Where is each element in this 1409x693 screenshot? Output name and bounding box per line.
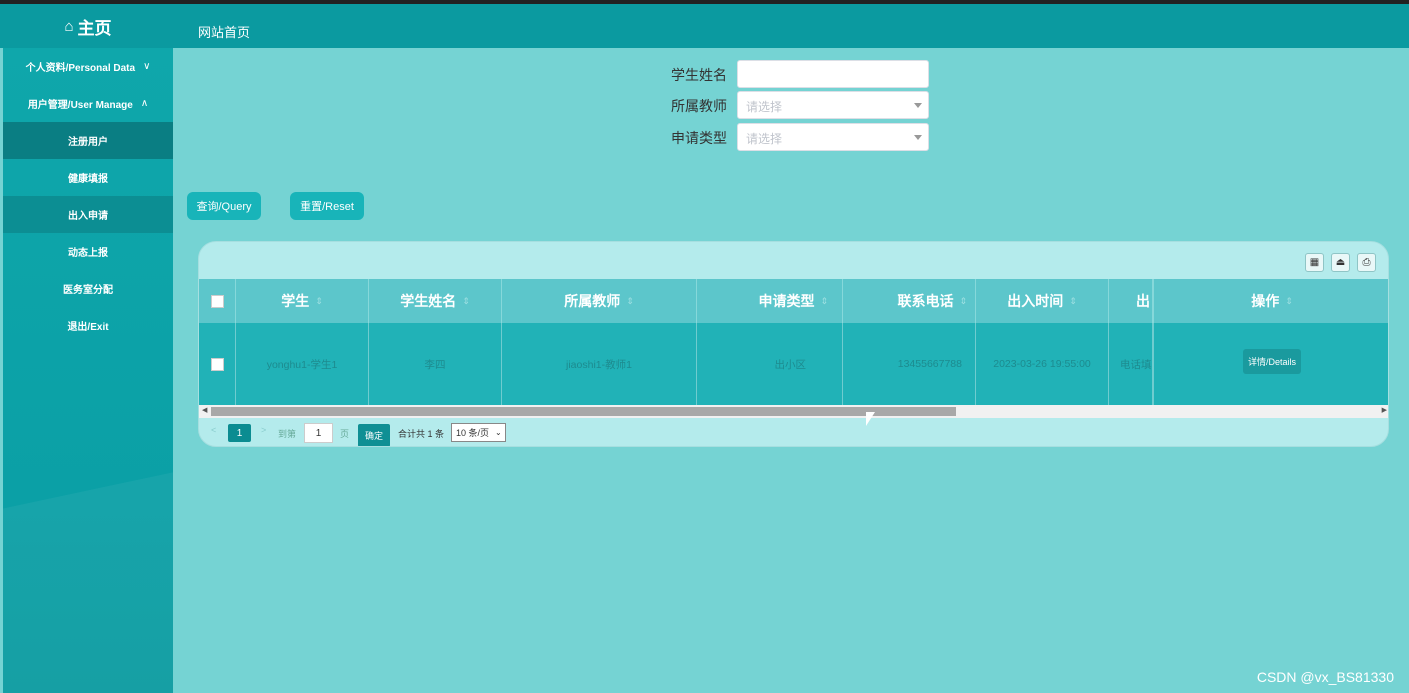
scrollbar-thumb[interactable] xyxy=(211,407,956,416)
column-header-teacher[interactable]: 所属教师 ⇕ xyxy=(502,279,697,323)
chevron-up-icon: ∧ xyxy=(140,98,149,109)
student-name-label: 学生姓名 xyxy=(671,67,727,83)
caret-down-icon xyxy=(914,103,922,108)
sidebar-subitem-exit[interactable]: 退出/Exit xyxy=(3,307,173,344)
top-header: 网站首页 xyxy=(0,4,1409,48)
page-size-select[interactable]: 10 条/页 ⌄ xyxy=(451,423,506,442)
sidebar-subitem-dynamic-report[interactable]: 动态上报 xyxy=(3,233,173,270)
page-size-value: 10 条/页 xyxy=(456,428,490,438)
mouse-cursor-icon xyxy=(866,412,875,426)
sort-icon[interactable]: ⇕ xyxy=(462,296,470,307)
apply-type-label: 申请类型 xyxy=(671,130,727,146)
sidebar-subitem-infirmary-assign[interactable]: 医务室分配 xyxy=(3,270,173,307)
home-icon: ⌂ xyxy=(64,17,74,35)
goto-page-input[interactable]: 1 xyxy=(304,423,333,443)
column-header-apply-type[interactable]: 申请类型 ⇕ xyxy=(697,279,843,323)
table-card: ▦ ⏏ ⎙ 学生 ⇕ 学生姓名 ⇕ 所属教师 ⇕ 申请类型 ⇕ 联系电话 ⇕ 出入时间 ⇕ … xyxy=(198,241,1389,447)
row-select-cell xyxy=(199,323,236,405)
chevron-down-icon: ⌄ xyxy=(495,428,502,437)
column-header-label: 学生姓名 xyxy=(400,293,457,309)
teacher-label: 所属教师 xyxy=(671,98,727,114)
home-logo[interactable]: ⌂ 主页 xyxy=(3,4,173,48)
column-header-phone[interactable]: 联系电话 ⇕ xyxy=(843,279,976,323)
cell-actions: 详情/Details xyxy=(1153,323,1388,405)
sort-icon[interactable]: ⇕ xyxy=(1069,296,1077,307)
export-icon[interactable]: ⏏ xyxy=(1331,253,1350,272)
column-header-actions: 操作 ⇕ xyxy=(1153,279,1388,323)
scroll-left-icon[interactable]: ◀ xyxy=(202,406,207,414)
column-header-label: 申请类型 xyxy=(758,293,815,309)
sidebar-item-label: 个人资料/Personal Data xyxy=(25,63,136,74)
column-header-label: 出 xyxy=(1136,293,1150,309)
teacher-select[interactable]: 请选择 xyxy=(737,91,929,119)
student-name-input[interactable] xyxy=(737,60,929,88)
details-button[interactable]: 详情/Details xyxy=(1242,348,1301,374)
cell-time: 2023-03-26 19:55:00 xyxy=(976,323,1109,405)
apply-type-select[interactable]: 请选择 xyxy=(737,123,929,151)
horizontal-scrollbar[interactable]: ◀ ▶ xyxy=(199,405,1388,418)
total-count: 合计共 1 条 xyxy=(398,429,445,439)
pagination: < 1 > 到第 1 页 确定 合计共 1 条 10 条/页 ⌄ xyxy=(199,418,1388,446)
cell-truncated: 电话填 xyxy=(1109,323,1153,405)
reset-button[interactable]: 重置/Reset xyxy=(290,192,364,220)
column-header-student-name[interactable]: 学生姓名 ⇕ xyxy=(369,279,502,323)
column-header-label: 联系电话 xyxy=(897,293,954,309)
apply-type-select-placeholder: 请选择 xyxy=(746,132,783,146)
sidebar-subitem-entry-exit-apply[interactable]: 出入申请 xyxy=(3,196,173,233)
sort-icon[interactable]: ⇕ xyxy=(820,296,828,307)
logo-title: 主页 xyxy=(77,18,112,38)
column-header-student[interactable]: 学生 ⇕ xyxy=(236,279,369,323)
column-header-label: 操作 xyxy=(1251,293,1280,309)
page-unit-label: 页 xyxy=(340,429,350,439)
teacher-select-placeholder: 请选择 xyxy=(746,100,783,114)
sort-icon[interactable]: ⇕ xyxy=(1285,296,1293,307)
caret-down-icon xyxy=(914,135,922,140)
watermark: CSDN @vx_BS81330 xyxy=(1256,669,1394,685)
sidebar-subitem-register-user[interactable]: 注册用户 xyxy=(3,122,173,159)
chevron-down-icon: ∨ xyxy=(143,61,151,72)
sort-icon[interactable]: ⇕ xyxy=(626,296,634,307)
row-checkbox[interactable] xyxy=(210,357,224,371)
select-all-checkbox[interactable] xyxy=(210,294,224,308)
column-header-truncated[interactable]: 出 xyxy=(1109,279,1153,323)
site-home-link[interactable]: 网站首页 xyxy=(198,22,250,41)
sort-icon[interactable]: ⇕ xyxy=(315,296,323,307)
prev-page-icon[interactable]: < xyxy=(211,425,216,435)
cell-phone: 13455667788 xyxy=(843,323,976,405)
table-header: 学生 ⇕ 学生姓名 ⇕ 所属教师 ⇕ 申请类型 ⇕ 联系电话 ⇕ 出入时间 ⇕ 出 操作 ⇕ xyxy=(199,279,1388,323)
query-button[interactable]: 查询/Query xyxy=(187,192,261,220)
cell-student-name: 李四 xyxy=(369,323,502,405)
column-header-label: 出入时间 xyxy=(1007,293,1064,309)
sidebar-item-personal-data[interactable]: 个人资料/Personal Data ∨ xyxy=(3,48,173,85)
select-all-cell xyxy=(199,279,236,323)
sort-icon[interactable]: ⇕ xyxy=(959,296,967,307)
column-header-label: 学生 xyxy=(281,293,310,309)
columns-icon[interactable]: ▦ xyxy=(1305,253,1324,272)
print-icon[interactable]: ⎙ xyxy=(1357,253,1376,272)
goto-label: 到第 xyxy=(278,429,297,439)
column-header-time[interactable]: 出入时间 ⇕ xyxy=(976,279,1109,323)
next-page-icon[interactable]: > xyxy=(261,425,266,435)
goto-confirm-button[interactable]: 确定 xyxy=(358,424,390,446)
cell-teacher: jiaoshi1-教师1 xyxy=(502,323,697,405)
sidebar-subitem-health-report[interactable]: 健康填报 xyxy=(3,159,173,196)
page-number-current[interactable]: 1 xyxy=(228,424,251,442)
cell-apply-type: 出小区 xyxy=(697,323,843,405)
sidebar: 个人资料/Personal Data ∨ 用户管理/User Manage ∧ … xyxy=(3,48,173,693)
sidebar-item-label: 用户管理/User Manage xyxy=(27,100,133,111)
scroll-right-icon[interactable]: ▶ xyxy=(1382,406,1387,414)
sidebar-item-user-manage[interactable]: 用户管理/User Manage ∧ xyxy=(3,85,173,122)
cell-student: yonghu1-学生1 xyxy=(236,323,369,405)
table-row: yonghu1-学生1 李四 jiaoshi1-教师1 出小区 13455667… xyxy=(199,323,1388,405)
column-header-label: 所属教师 xyxy=(564,293,621,309)
